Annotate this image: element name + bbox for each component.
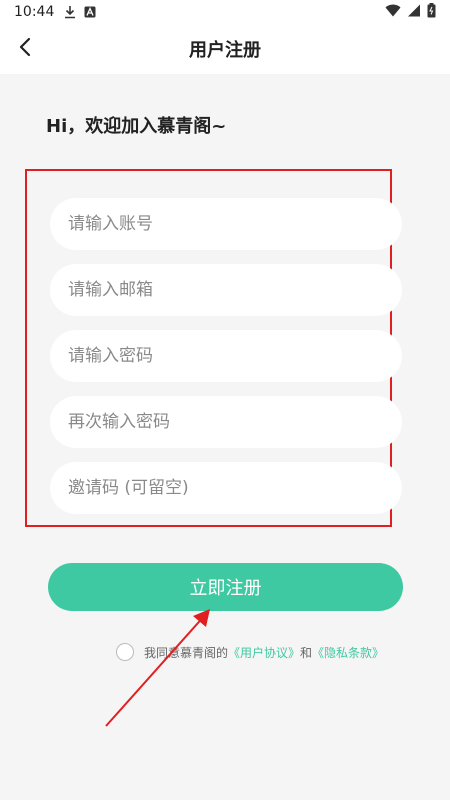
email-input[interactable]: [68, 280, 402, 300]
account-field[interactable]: [50, 198, 402, 250]
email-field[interactable]: [50, 264, 402, 316]
back-button[interactable]: [10, 34, 40, 64]
invite-code-field[interactable]: [50, 462, 402, 514]
agreement-prefix: 我同意慕青阁的: [144, 645, 229, 660]
chevron-left-icon: [18, 37, 32, 61]
download-icon: [64, 5, 76, 19]
confirm-password-input[interactable]: [68, 412, 402, 432]
welcome-heading: Hi，欢迎加入慕青阁~: [46, 116, 227, 137]
user-agreement-link[interactable]: 《用户协议》: [228, 644, 300, 661]
agreement-and: 和: [300, 645, 313, 660]
wifi-icon: [385, 4, 401, 21]
status-time: 10:44: [14, 4, 55, 20]
invite-code-input[interactable]: [68, 478, 402, 498]
signal-icon: [407, 4, 421, 21]
privacy-policy-link[interactable]: 《隐私条款》: [312, 644, 384, 661]
arrow-shaft: [105, 613, 207, 727]
nav-bar: 用户注册: [0, 24, 450, 74]
confirm-password-field[interactable]: [50, 396, 402, 448]
battery-icon: [427, 2, 436, 22]
page-title: 用户注册: [189, 40, 261, 61]
a-badge-icon: [84, 6, 96, 18]
password-input[interactable]: [68, 346, 402, 366]
agreement-row: 我同意慕青阁的 《用户协议》 和 《隐私条款》: [116, 643, 384, 661]
password-field[interactable]: [50, 330, 402, 382]
status-bar: 10:44: [0, 0, 450, 24]
agreement-checkbox[interactable]: [116, 643, 134, 661]
arrow-head: [193, 609, 210, 627]
register-button[interactable]: 立即注册: [48, 563, 403, 611]
account-input[interactable]: [68, 214, 402, 234]
